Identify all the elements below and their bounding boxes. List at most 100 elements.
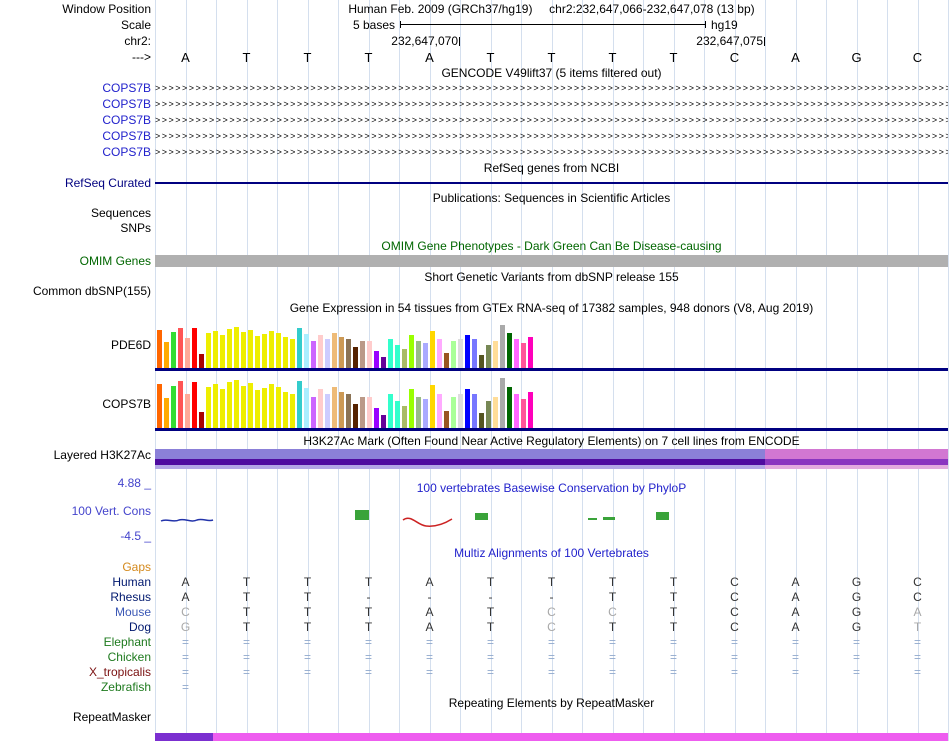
gencode-item-label[interactable]: COPS7B <box>0 146 151 159</box>
gtex-bar[interactable] <box>451 397 456 428</box>
gtex-bar[interactable] <box>283 392 288 428</box>
gtex-bar[interactable] <box>395 401 400 428</box>
gtex-bar[interactable] <box>199 354 204 368</box>
gtex-bar[interactable] <box>248 330 253 368</box>
gencode-transcript-arrows[interactable]: >>>>>>>>>>>>>>>>>>>>>>>>>>>>>>>>>>>>>>>>… <box>155 82 948 95</box>
multiz-species-label[interactable]: Chicken <box>0 651 151 664</box>
gtex-bar[interactable] <box>185 338 190 368</box>
gtex-gene-model-cops7b[interactable] <box>155 428 948 431</box>
gtex-bar[interactable] <box>423 399 428 428</box>
gtex-bar[interactable] <box>262 388 267 428</box>
gtex-bar[interactable] <box>213 384 218 428</box>
gencode-transcript-arrows[interactable]: >>>>>>>>>>>>>>>>>>>>>>>>>>>>>>>>>>>>>>>>… <box>155 98 948 111</box>
gtex-bar[interactable] <box>220 389 225 428</box>
multiz-species-label[interactable]: Mouse <box>0 606 151 619</box>
repeat-element-bar[interactable] <box>155 733 213 741</box>
gtex-bar[interactable] <box>465 389 470 428</box>
gtex-bar[interactable] <box>528 392 533 428</box>
gtex-bar[interactable] <box>388 339 393 368</box>
gtex-bar[interactable] <box>444 411 449 428</box>
gtex-bar[interactable] <box>444 353 449 368</box>
gtex-bar[interactable] <box>381 357 386 368</box>
gtex-bar[interactable] <box>437 339 442 368</box>
gtex-bar[interactable] <box>220 335 225 368</box>
gtex-bar[interactable] <box>339 337 344 368</box>
gtex-bar[interactable] <box>297 381 302 428</box>
gencode-item-label[interactable]: COPS7B <box>0 114 151 127</box>
gtex-bar[interactable] <box>178 381 183 428</box>
gtex-bar[interactable] <box>227 329 232 368</box>
gtex-bar[interactable] <box>353 404 358 428</box>
sequences-label[interactable]: Sequences <box>0 207 151 220</box>
gtex-bar[interactable] <box>486 345 491 368</box>
gtex-bar[interactable] <box>388 394 393 428</box>
gtex-bar[interactable] <box>500 378 505 428</box>
refseq-gene-line[interactable] <box>155 182 948 184</box>
gtex-bar[interactable] <box>234 380 239 428</box>
dbsnp-label[interactable]: Common dbSNP(155) <box>0 285 151 298</box>
gtex-bar[interactable] <box>409 335 414 368</box>
gtex-bar[interactable] <box>164 398 169 428</box>
gtex-bar[interactable] <box>472 339 477 368</box>
gtex-bar[interactable] <box>290 339 295 368</box>
gtex-bar[interactable] <box>500 325 505 368</box>
gtex-bar[interactable] <box>381 415 386 428</box>
gtex-bar[interactable] <box>311 397 316 428</box>
gtex-bar[interactable] <box>451 341 456 368</box>
gencode-item-label[interactable]: COPS7B <box>0 98 151 111</box>
gtex-bar[interactable] <box>507 387 512 428</box>
repeatmasker-label[interactable]: RepeatMasker <box>0 711 151 724</box>
multiz-species-label[interactable]: Gaps <box>0 561 151 574</box>
gtex-bar[interactable] <box>409 389 414 428</box>
gtex-bar[interactable] <box>157 384 162 428</box>
multiz-species-label[interactable]: X_tropicalis <box>0 666 151 679</box>
gtex-bar[interactable] <box>374 408 379 428</box>
gtex-bar[interactable] <box>360 341 365 368</box>
gtex-bar[interactable] <box>416 341 421 368</box>
multiz-species-label[interactable]: Human <box>0 576 151 589</box>
gtex-bar[interactable] <box>367 341 372 368</box>
gtex-bar[interactable] <box>248 383 253 428</box>
gtex-bar[interactable] <box>423 343 428 368</box>
gtex-bar[interactable] <box>311 341 316 368</box>
gtex-bar[interactable] <box>493 397 498 428</box>
gtex-bar[interactable] <box>157 330 162 368</box>
gtex-bar[interactable] <box>276 387 281 428</box>
gtex-bar[interactable] <box>458 339 463 368</box>
gtex-bar[interactable] <box>416 397 421 428</box>
gtex-bar[interactable] <box>325 394 330 428</box>
gtex-bar[interactable] <box>374 351 379 368</box>
conservation-label[interactable]: 100 Vert. Cons <box>0 505 151 518</box>
gtex-bar[interactable] <box>255 336 260 368</box>
snps-label[interactable]: SNPs <box>0 222 151 235</box>
multiz-species-label[interactable]: Rhesus <box>0 591 151 604</box>
gtex-bar[interactable] <box>479 413 484 428</box>
gtex-bar[interactable] <box>430 331 435 368</box>
omim-gene-bar[interactable] <box>155 255 948 267</box>
gtex-bar[interactable] <box>360 397 365 428</box>
gtex-bar[interactable] <box>318 389 323 428</box>
gtex-gene-label-pde6d[interactable]: PDE6D <box>0 339 151 352</box>
gtex-bar[interactable] <box>255 390 260 428</box>
gtex-bar[interactable] <box>465 335 470 368</box>
gtex-bar[interactable] <box>521 343 526 368</box>
gtex-bar[interactable] <box>171 386 176 428</box>
layered-h3k27ac-label[interactable]: Layered H3K27Ac <box>0 449 151 462</box>
gtex-bar[interactable] <box>241 386 246 428</box>
gtex-bar[interactable] <box>486 401 491 428</box>
gtex-bar[interactable] <box>304 388 309 428</box>
gtex-bar[interactable] <box>507 333 512 368</box>
gtex-bar[interactable] <box>402 349 407 368</box>
gtex-bar[interactable] <box>514 394 519 428</box>
gtex-bar[interactable] <box>234 327 239 368</box>
gtex-bar[interactable] <box>339 392 344 428</box>
gtex-bar[interactable] <box>479 355 484 368</box>
gtex-bar[interactable] <box>206 333 211 368</box>
gtex-bar[interactable] <box>493 341 498 368</box>
refseq-curated-label[interactable]: RefSeq Curated <box>0 177 151 190</box>
gtex-bar[interactable] <box>367 397 372 428</box>
gencode-transcript-arrows[interactable]: >>>>>>>>>>>>>>>>>>>>>>>>>>>>>>>>>>>>>>>>… <box>155 146 948 159</box>
repeat-element-bar[interactable] <box>213 733 948 741</box>
gtex-bar[interactable] <box>332 387 337 428</box>
h3k27ac-signal[interactable] <box>155 448 948 470</box>
